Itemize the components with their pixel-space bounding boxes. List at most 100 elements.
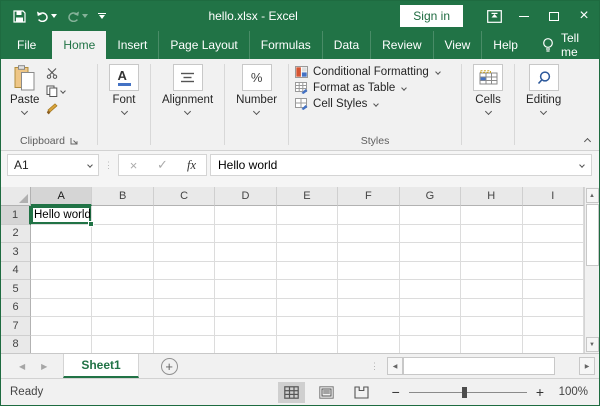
copy-dropdown-icon[interactable] bbox=[61, 88, 67, 94]
cell-E7[interactable] bbox=[277, 317, 338, 336]
maximize-button[interactable] bbox=[539, 1, 569, 31]
cell-I6[interactable] bbox=[523, 299, 584, 318]
row-header-1[interactable]: 1 bbox=[1, 206, 31, 225]
editing-dropdown-icon[interactable] bbox=[540, 108, 547, 115]
insert-function-icon[interactable]: fx bbox=[177, 158, 206, 173]
cell-I5[interactable] bbox=[523, 280, 584, 299]
cell-H8[interactable] bbox=[461, 336, 522, 354]
cell-G3[interactable] bbox=[400, 243, 461, 262]
clipboard-dialog-launcher-icon[interactable] bbox=[70, 137, 78, 145]
fill-handle[interactable] bbox=[88, 221, 94, 227]
zoom-in-button[interactable]: + bbox=[527, 385, 553, 399]
cell-I1[interactable] bbox=[523, 206, 584, 225]
close-button[interactable]: × bbox=[569, 1, 599, 31]
share-button[interactable]: Share bbox=[592, 31, 600, 59]
horizontal-scrollbar[interactable]: ◀ ▶ bbox=[387, 356, 595, 376]
row-header-2[interactable]: 2 bbox=[1, 225, 31, 244]
cell-G6[interactable] bbox=[400, 299, 461, 318]
cell-E1[interactable] bbox=[277, 206, 338, 225]
cell-H3[interactable] bbox=[461, 243, 522, 262]
cell-E5[interactable] bbox=[277, 280, 338, 299]
paste-dropdown-icon[interactable] bbox=[21, 108, 28, 115]
dropdown-icon[interactable] bbox=[401, 85, 407, 91]
cell-D4[interactable] bbox=[215, 262, 276, 281]
cell-H4[interactable] bbox=[461, 262, 522, 281]
cell-F5[interactable] bbox=[338, 280, 399, 299]
undo-dropdown-icon[interactable] bbox=[51, 14, 57, 18]
column-header-a[interactable]: A bbox=[31, 187, 92, 206]
cell-F2[interactable] bbox=[338, 225, 399, 244]
cell-G5[interactable] bbox=[400, 280, 461, 299]
cell-E3[interactable] bbox=[277, 243, 338, 262]
row-header-5[interactable]: 5 bbox=[1, 280, 31, 299]
cell-A4[interactable] bbox=[31, 262, 92, 281]
cell-C7[interactable] bbox=[154, 317, 215, 336]
cell-E2[interactable] bbox=[277, 225, 338, 244]
cell-E4[interactable] bbox=[277, 262, 338, 281]
next-sheet-icon[interactable]: ▶ bbox=[41, 362, 47, 371]
cell-B3[interactable] bbox=[92, 243, 153, 262]
expand-formula-bar-icon[interactable] bbox=[579, 162, 585, 168]
column-header-g[interactable]: G bbox=[400, 187, 461, 206]
cell-G1[interactable] bbox=[400, 206, 461, 225]
cell-D5[interactable] bbox=[215, 280, 276, 299]
cell-styles-button[interactable]: Cell Styles bbox=[295, 98, 451, 110]
cell-D8[interactable] bbox=[215, 336, 276, 354]
conditional-formatting-button[interactable]: Conditional Formatting bbox=[295, 66, 451, 78]
tab-file[interactable]: File bbox=[1, 31, 52, 59]
cells-dropdown-icon[interactable] bbox=[485, 108, 492, 115]
tab-formulas[interactable]: Formulas bbox=[249, 31, 322, 59]
tab-view[interactable]: View bbox=[433, 31, 482, 59]
font-dropdown-icon[interactable] bbox=[120, 108, 127, 115]
ribbon-display-options-icon[interactable] bbox=[479, 1, 509, 31]
format-painter-button[interactable] bbox=[46, 103, 65, 115]
sign-in-button[interactable]: Sign in bbox=[400, 5, 463, 27]
tab-help[interactable]: Help bbox=[481, 31, 529, 59]
cell-E6[interactable] bbox=[277, 299, 338, 318]
cell-B7[interactable] bbox=[92, 317, 153, 336]
cell-A8[interactable] bbox=[31, 336, 92, 354]
name-box-dropdown-icon[interactable] bbox=[87, 162, 93, 168]
cell-D7[interactable] bbox=[215, 317, 276, 336]
number-button[interactable]: % Number bbox=[225, 64, 288, 114]
collapse-ribbon-icon[interactable] bbox=[584, 138, 591, 145]
cell-C4[interactable] bbox=[154, 262, 215, 281]
formula-bar-splitter[interactable]: ⋮ bbox=[104, 161, 113, 170]
dropdown-icon[interactable] bbox=[374, 101, 380, 107]
cell-D6[interactable] bbox=[215, 299, 276, 318]
prev-sheet-icon[interactable]: ◀ bbox=[19, 362, 25, 371]
cell-F7[interactable] bbox=[338, 317, 399, 336]
dropdown-icon[interactable] bbox=[435, 69, 441, 75]
scroll-up-icon[interactable]: ▲ bbox=[586, 188, 599, 203]
save-icon[interactable] bbox=[13, 10, 26, 23]
row-header-8[interactable]: 8 bbox=[1, 336, 31, 354]
cancel-icon[interactable]: × bbox=[119, 158, 148, 173]
copy-button[interactable] bbox=[46, 85, 65, 97]
vertical-scroll-thumb[interactable] bbox=[586, 204, 599, 266]
page-break-preview-button[interactable] bbox=[348, 382, 375, 403]
cell-F8[interactable] bbox=[338, 336, 399, 354]
customize-qat-icon[interactable] bbox=[98, 13, 106, 20]
cell-F1[interactable] bbox=[338, 206, 399, 225]
column-header-h[interactable]: H bbox=[461, 187, 522, 206]
page-layout-view-button[interactable] bbox=[313, 382, 340, 403]
cell-C8[interactable] bbox=[154, 336, 215, 354]
tab-review[interactable]: Review bbox=[370, 31, 432, 59]
select-all-button[interactable] bbox=[1, 187, 31, 206]
row-header-7[interactable]: 7 bbox=[1, 317, 31, 336]
cell-H7[interactable] bbox=[461, 317, 522, 336]
cell-F4[interactable] bbox=[338, 262, 399, 281]
scroll-down-icon[interactable]: ▼ bbox=[586, 337, 599, 352]
cell-G2[interactable] bbox=[400, 225, 461, 244]
cell-C6[interactable] bbox=[154, 299, 215, 318]
scroll-right-icon[interactable]: ▶ bbox=[579, 357, 595, 375]
cell-B5[interactable] bbox=[92, 280, 153, 299]
cell-B1[interactable] bbox=[92, 206, 153, 225]
cell-C3[interactable] bbox=[154, 243, 215, 262]
tab-bar-splitter[interactable]: ⋮ bbox=[362, 361, 387, 372]
font-button[interactable]: A Font bbox=[98, 64, 150, 114]
cell-G7[interactable] bbox=[400, 317, 461, 336]
number-dropdown-icon[interactable] bbox=[253, 108, 260, 115]
column-header-i[interactable]: I bbox=[523, 187, 584, 206]
horizontal-scroll-thumb[interactable] bbox=[403, 357, 555, 375]
